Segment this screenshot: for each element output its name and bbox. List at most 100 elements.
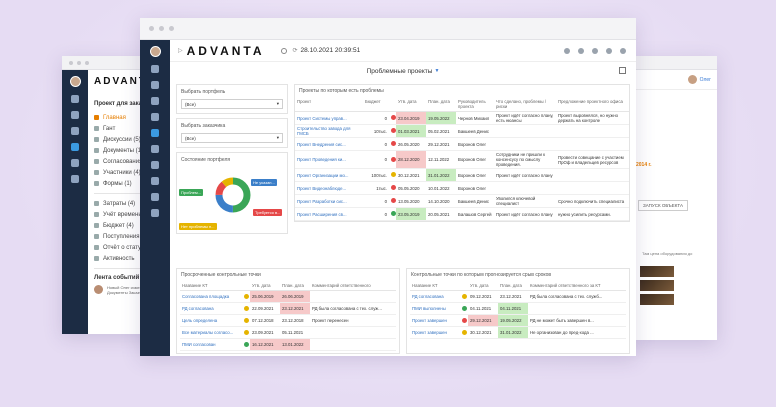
project-link[interactable]: Проект Расширения св... <box>295 207 363 221</box>
home-icon[interactable] <box>151 65 159 73</box>
project-link[interactable]: Проект Проведения ки... <box>295 150 363 169</box>
column-header: План. дата <box>498 281 528 291</box>
filter-icon[interactable]: ▼ <box>434 68 439 74</box>
chart-icon[interactable] <box>151 113 159 121</box>
org-icon[interactable] <box>151 97 159 105</box>
manager-cell: Воронов Олег <box>456 168 494 182</box>
column-header: Утв. дата <box>396 97 426 112</box>
project-link[interactable]: Проект Видеонаблюде... <box>295 181 363 195</box>
table-row[interactable]: Строительство завода для ГМСБ 10тыс. 01.03… <box>295 124 629 138</box>
table-row[interactable]: Проект Разработки сис... 0 13.05.2020 14.10… <box>295 194 629 208</box>
grid-icon[interactable] <box>71 111 79 119</box>
bell-icon[interactable] <box>578 47 584 54</box>
plan-date-cell: 05.02.2021 <box>426 124 456 138</box>
book-icon[interactable] <box>151 209 159 217</box>
thumbnail[interactable] <box>640 280 674 291</box>
avatar[interactable] <box>687 75 697 84</box>
table-row[interactable]: Проект Системы управ... 0 23.04.2019 19.05.… <box>295 111 629 125</box>
status-cell <box>242 290 250 303</box>
project-link[interactable]: Строительство завода для ГМСБ <box>295 124 363 138</box>
table-row[interactable]: Проект завершен 29.12.2021 19.05.2022 РД не… <box>410 314 626 327</box>
table-row[interactable]: Проект завершен 30.12.2021 31.01.2022 Не ор… <box>410 326 626 339</box>
thumbnail[interactable] <box>640 294 674 305</box>
plan-date-cell: 23.12.2021 <box>498 290 528 303</box>
app-logo[interactable]: ADVANTA <box>187 44 265 58</box>
table-row[interactable]: Все материалы согласо... 23.09.2021 05.11.… <box>180 326 396 339</box>
manager-cell: Воронов Олег <box>456 181 494 195</box>
milestone-link[interactable]: Все материалы согласо... <box>180 326 242 339</box>
customer-select[interactable]: (Все) ▾ <box>181 133 283 143</box>
project-link[interactable]: Проект Организации мо... <box>295 168 363 182</box>
briefcase-icon[interactable] <box>71 127 79 135</box>
document-icon[interactable] <box>151 177 159 185</box>
milestone-link[interactable]: Проект завершен <box>410 314 460 327</box>
table-row[interactable]: РД согласована 09.12.2021 23.12.2021 РД был… <box>410 290 626 303</box>
table-row[interactable]: Проект Организации мо... 100тыс. 30.12.202… <box>295 168 629 182</box>
plan-date-cell: 23.12.2021 <box>280 302 310 315</box>
user-name[interactable]: Олег <box>700 77 711 83</box>
calendar-icon[interactable] <box>151 145 159 153</box>
issues-cell: Сотрудники не пришли к консенсусу по смы… <box>494 150 556 169</box>
help-icon[interactable] <box>606 47 612 54</box>
milestone-link[interactable]: ПМИ выполнены <box>410 302 460 315</box>
project-link[interactable]: Проект Системы управ... <box>295 111 363 125</box>
column-header: Проект <box>295 97 363 112</box>
issues-cell <box>494 124 556 138</box>
issues-cell <box>494 181 556 195</box>
chart-icon[interactable] <box>71 143 79 151</box>
search-icon[interactable] <box>280 47 287 54</box>
document-icon[interactable] <box>71 175 79 183</box>
table-row[interactable]: Проект Проведения ки... 0 28.12.2020 12.11.… <box>295 150 629 169</box>
column-header <box>389 97 396 112</box>
nav-icon <box>94 201 99 206</box>
milestone-link[interactable]: Проект завершен <box>410 326 460 339</box>
proposal-cell: нужно усилить ресурсами. <box>556 207 629 221</box>
plan-date-cell: 19.05.2022 <box>498 314 528 327</box>
chat-icon[interactable] <box>592 47 598 54</box>
table-row[interactable]: Проект Внедрения сис... 0 26.05.2020 29.12.… <box>295 137 629 151</box>
proposal-cell: Провести совещание с участием ПрОф и вла… <box>556 150 629 169</box>
users-icon[interactable] <box>71 159 79 167</box>
milestone-link[interactable]: Цель определена <box>180 314 242 327</box>
refresh-icon[interactable]: ⟳ <box>293 47 298 54</box>
grid-icon[interactable] <box>151 81 159 89</box>
launch-object-button[interactable]: ЗАПУСК ОБЪЕКТА <box>638 200 688 211</box>
user-bar: Олег <box>630 70 717 90</box>
milestone-link[interactable]: РД согласована <box>180 302 242 315</box>
home-icon[interactable] <box>71 95 79 103</box>
plan-date-cell: 23.12.2018 <box>280 314 310 327</box>
plan-date-cell: 29.12.2021 <box>426 137 456 151</box>
menu-toggle-icon[interactable]: ▷ <box>178 47 183 54</box>
table-row[interactable]: Проект Расширения св... 0 23.05.2019 20.05.… <box>295 207 629 221</box>
portfolio-label: Выбрать портфель <box>181 89 226 95</box>
window-titlebar <box>630 56 717 70</box>
proposal-cell <box>556 168 629 182</box>
table-row[interactable]: Согласована площадка 25.06.2019 26.06.2019 <box>180 290 396 303</box>
avatar[interactable] <box>149 46 161 57</box>
milestone-link[interactable]: ПМИ согласован <box>180 338 242 351</box>
nav-item-label: Активность <box>103 255 135 262</box>
project-link[interactable]: Проект Внедрения сис... <box>295 137 363 151</box>
dashboard-icon[interactable] <box>151 129 159 137</box>
portfolio-select[interactable]: (Все) ▾ <box>181 99 283 109</box>
proposal-cell <box>556 124 629 138</box>
status-dot <box>391 128 396 133</box>
nav-item-label: Бюджет (4) <box>103 222 134 229</box>
table-row[interactable]: РД согласована 22.09.2021 23.12.2021 РД был… <box>180 302 396 315</box>
table-row[interactable]: ПМИ выполнены 04.11.2021 04.11.2021 <box>410 302 626 315</box>
project-link[interactable]: Проект Разработки сис... <box>295 194 363 208</box>
settings-icon[interactable] <box>620 47 626 54</box>
avatar[interactable] <box>69 76 81 87</box>
nav-icon <box>94 212 99 217</box>
milestone-link[interactable]: Согласована площадка <box>180 290 242 303</box>
thumbnail[interactable] <box>640 266 674 277</box>
star-icon[interactable] <box>564 47 570 54</box>
avatar <box>94 285 103 294</box>
briefcase-icon[interactable] <box>151 161 159 169</box>
table-row[interactable]: ПМИ согласован 16.12.2021 13.01.2022 <box>180 338 396 351</box>
milestone-link[interactable]: РД согласована <box>410 290 460 303</box>
table-row[interactable]: Цель определена 07.12.2018 23.12.2018 Проек… <box>180 314 396 327</box>
share-icon[interactable] <box>619 67 626 74</box>
users-icon[interactable] <box>151 193 159 201</box>
table-row[interactable]: Проект Видеонаблюде... 1тыс. 05.05.2020 10.… <box>295 181 629 195</box>
